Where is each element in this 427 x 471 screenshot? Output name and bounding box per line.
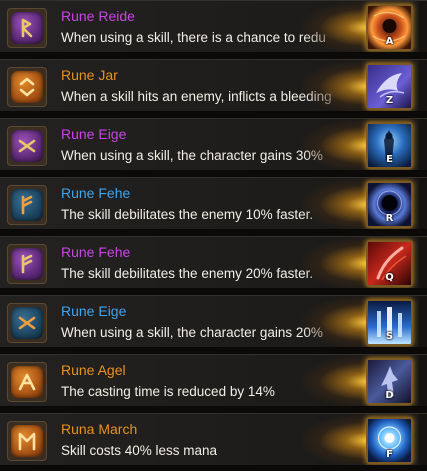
hotkey-label: F [386,449,393,460]
rune-row[interactable]: Runa March Skill costs 40% less mana F [0,413,427,466]
rune-row[interactable]: Rune Fehe The skill debilitates the enem… [0,177,427,230]
rune-fehe-icon [11,189,43,221]
rune-row[interactable]: Rune Jar When a skill hits an enemy, inf… [0,59,427,112]
hotkey-label: R [385,213,394,224]
rune-name: Rune Fehe [61,185,131,201]
skill-slot[interactable]: R [366,181,413,228]
skill-slot[interactable]: F [366,417,413,464]
rune-name: Rune Eige [61,126,127,142]
rune-row[interactable]: Rune Fehe The skill debilitates the enem… [0,236,427,289]
slot-glow [300,60,370,111]
slot-glow [300,414,370,465]
rune-slot[interactable] [7,244,47,284]
skill-slot[interactable]: Q [366,240,413,287]
hotkey-label: S [385,331,394,342]
rune-jar-icon [11,71,43,103]
rune-list: Rune Reide When using a skill, there is … [0,0,427,471]
rune-slot[interactable] [7,421,47,461]
rune-slot[interactable] [7,185,47,225]
rune-row[interactable]: Rune Reide When using a skill, there is … [0,0,427,53]
row-edge [419,237,427,288]
rune-name: Rune Agel [61,362,126,378]
row-edge [419,60,427,111]
rune-slot[interactable] [7,362,47,402]
slot-glow [300,355,370,406]
rune-agel-icon [11,366,43,398]
hotkey-label: Q [385,272,394,283]
rune-row[interactable]: Rune Agel The casting time is reduced by… [0,354,427,407]
hotkey-label: E [386,154,393,165]
rune-row[interactable]: Rune Eige When using a skill, the charac… [0,118,427,171]
rune-slot[interactable] [7,8,47,48]
slot-glow [300,178,370,229]
row-edge [419,296,427,347]
rune-name: Runa March [61,421,138,437]
rune-reide-icon [11,12,43,44]
row-edge [419,355,427,406]
rune-row[interactable]: Rune Eige When using a skill, the charac… [0,295,427,348]
skill-slot[interactable]: D [366,358,413,405]
rune-eige-icon [11,130,43,162]
rune-fehe-icon [11,248,43,280]
row-edge [419,1,427,52]
hotkey-label: Z [385,95,394,106]
row-edge [419,414,427,465]
skill-slot[interactable]: S [366,299,413,346]
slot-glow [300,119,370,170]
slot-glow [300,1,370,52]
rune-slot[interactable] [7,126,47,166]
slot-glow [300,296,370,347]
rune-slot[interactable] [7,303,47,343]
rune-march-icon [11,425,43,457]
row-edge [419,178,427,229]
slot-glow [300,237,370,288]
skill-slot[interactable]: E [366,122,413,169]
rune-slot[interactable] [7,67,47,107]
hotkey-label: D [385,390,394,401]
row-edge [419,119,427,170]
rune-name: Rune Eige [61,303,127,319]
skill-slot[interactable]: A [366,4,413,51]
rune-name: Rune Fehe [61,244,131,260]
rune-name: Rune Jar [61,67,118,83]
hotkey-label: A [385,36,394,47]
rune-eige-icon [11,307,43,339]
skill-slot[interactable]: Z [366,63,413,110]
rune-name: Rune Reide [61,8,135,24]
